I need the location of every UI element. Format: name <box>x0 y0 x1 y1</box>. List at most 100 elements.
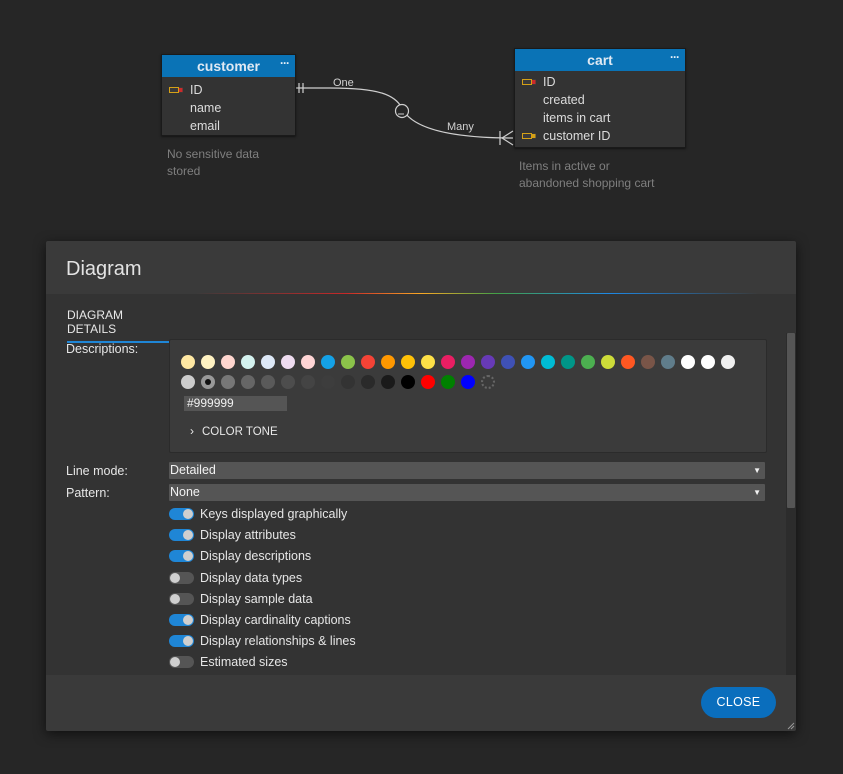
toggle-label: Estimated sizes <box>200 655 288 670</box>
color-hex-input[interactable] <box>184 396 287 411</box>
color-swatch[interactable] <box>341 375 355 389</box>
attribute-name: ID <box>190 83 203 97</box>
toggle-label: Display attributes <box>200 528 296 543</box>
toggle-switch[interactable] <box>169 592 194 605</box>
color-swatch[interactable] <box>241 375 255 389</box>
color-swatch[interactable] <box>381 355 395 369</box>
toggle-switch[interactable] <box>169 571 194 584</box>
resize-grip-icon[interactable] <box>787 722 795 730</box>
color-swatch[interactable] <box>341 355 355 369</box>
toggle-switch[interactable] <box>169 614 194 626</box>
toggle-knob <box>183 615 193 625</box>
color-swatch[interactable] <box>421 375 435 389</box>
attribute-row[interactable]: ID <box>515 73 685 91</box>
color-swatch[interactable] <box>221 375 235 389</box>
attribute-row[interactable]: ID <box>162 81 295 99</box>
color-swatch[interactable] <box>261 375 275 389</box>
color-swatch[interactable] <box>461 355 475 369</box>
color-swatch[interactable] <box>501 355 515 369</box>
toggle-label: Display descriptions <box>200 549 312 564</box>
color-swatch[interactable] <box>441 355 455 369</box>
color-swatch[interactable] <box>541 355 555 369</box>
color-swatch[interactable] <box>301 375 315 389</box>
attribute-row[interactable]: customer ID <box>515 127 685 145</box>
color-swatch[interactable] <box>661 355 675 369</box>
attribute-row[interactable]: email <box>162 117 295 135</box>
toggle-switch[interactable] <box>169 529 194 542</box>
note-line: No sensitive data <box>167 147 260 161</box>
color-swatch[interactable] <box>621 355 635 369</box>
color-swatch[interactable] <box>321 375 335 389</box>
color-swatch[interactable] <box>421 355 435 369</box>
toggle-knob <box>170 593 180 604</box>
entity-title: customer <box>196 58 261 74</box>
entity-cart[interactable]: cart ··· ID created items in cart custom… <box>514 48 686 148</box>
toggle-switch[interactable] <box>169 550 194 563</box>
toggle-knob <box>170 657 180 668</box>
color-swatch[interactable] <box>261 355 275 369</box>
entity-menu-icon[interactable]: ··· <box>670 46 680 68</box>
relationship-line[interactable]: One Many <box>0 0 843 240</box>
color-swatch[interactable] <box>221 355 235 369</box>
color-swatch[interactable] <box>201 355 215 369</box>
toggle-knob <box>183 636 193 647</box>
color-swatch[interactable] <box>441 375 455 389</box>
foreign-key-icon <box>522 133 536 139</box>
color-swatch[interactable] <box>181 375 195 389</box>
color-swatch[interactable] <box>301 355 315 369</box>
color-swatch[interactable] <box>281 375 295 389</box>
entity-customer-header[interactable]: customer ··· <box>162 55 295 77</box>
toggle-knob <box>183 551 193 562</box>
attribute-name: email <box>190 119 220 133</box>
tab-diagram-details[interactable]: DIAGRAM DETAILS <box>67 308 170 343</box>
entity-cart-header[interactable]: cart ··· <box>515 49 685 71</box>
entity-menu-icon[interactable]: ··· <box>280 52 290 74</box>
color-swatch[interactable] <box>361 375 375 389</box>
caret-down-icon: ▼ <box>753 466 761 475</box>
color-swatch[interactable] <box>361 355 375 369</box>
attribute-row[interactable]: name <box>162 99 295 117</box>
color-swatch[interactable] <box>321 355 335 369</box>
color-swatch[interactable] <box>481 355 495 369</box>
color-tone-toggle[interactable]: › COLOR TONE <box>190 424 278 438</box>
close-button[interactable]: CLOSE <box>701 687 776 718</box>
color-swatch[interactable] <box>641 355 655 369</box>
toggle-switch[interactable] <box>169 656 194 669</box>
line-mode-label: Line mode: <box>66 464 128 478</box>
color-swatch[interactable] <box>281 355 295 369</box>
color-swatch[interactable] <box>601 355 615 369</box>
color-swatch[interactable] <box>701 355 715 369</box>
custom-color-icon[interactable] <box>481 375 495 389</box>
attribute-name: name <box>190 101 222 115</box>
note-line: stored <box>167 164 201 178</box>
attribute-row[interactable]: items in cart <box>515 109 685 127</box>
color-swatch[interactable] <box>581 355 595 369</box>
entity-title: cart <box>587 52 613 68</box>
color-swatch[interactable] <box>201 375 215 389</box>
caption-one: One <box>333 77 354 89</box>
toggle-knob <box>183 509 193 519</box>
color-swatch[interactable] <box>461 375 475 389</box>
color-tone-label: COLOR TONE <box>202 426 278 438</box>
entity-customer[interactable]: customer ··· ID name email <box>161 54 296 136</box>
color-swatch[interactable] <box>561 355 575 369</box>
color-swatch[interactable] <box>401 375 415 389</box>
color-swatch[interactable] <box>181 355 195 369</box>
pattern-value: None <box>170 485 200 499</box>
line-mode-select[interactable]: Detailed ▼ <box>169 462 765 479</box>
descriptions-label: Descriptions: <box>66 342 139 356</box>
color-swatch[interactable] <box>681 355 695 369</box>
color-swatch[interactable] <box>241 355 255 369</box>
attribute-row[interactable]: created <box>515 91 685 109</box>
toggle-knob <box>183 530 193 541</box>
color-swatch[interactable] <box>721 355 735 369</box>
color-swatch[interactable] <box>381 375 395 389</box>
scrollbar-thumb[interactable] <box>787 333 795 508</box>
pattern-select[interactable]: None ▼ <box>169 484 765 501</box>
color-swatch[interactable] <box>401 355 415 369</box>
toggle-label: Keys displayed graphically <box>200 507 348 521</box>
toggle-switch[interactable] <box>169 508 194 520</box>
attribute-name: items in cart <box>543 111 611 125</box>
toggle-switch[interactable] <box>169 635 194 648</box>
color-swatch[interactable] <box>521 355 535 369</box>
